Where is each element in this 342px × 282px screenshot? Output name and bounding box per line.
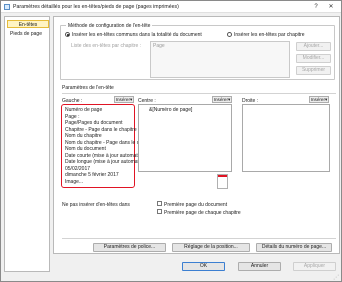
first-doc-page-label: Première page du document xyxy=(164,202,228,208)
left-insert-menu[interactable]: Numéro de page Page : Page/Pages du docu… xyxy=(61,104,155,188)
cancel-button[interactable]: Annuler xyxy=(238,262,281,271)
settings-panel: Méthode de configuration de l'en-tête In… xyxy=(53,16,340,254)
font-settings-button[interactable]: Paramètres de police... xyxy=(93,243,166,252)
sidebar-item-headers[interactable]: En-têtes xyxy=(7,20,49,28)
insert-center-button[interactable]: Insérer▾ xyxy=(212,96,232,103)
menu-item-chapter-page[interactable]: Chapitre - Page dans le chapitre xyxy=(65,127,137,133)
close-button[interactable]: ✕ xyxy=(325,3,337,11)
center-header-field[interactable]: &[Numéro de page] xyxy=(138,104,232,172)
page-preview-icon xyxy=(217,174,228,189)
apply-button[interactable]: Appliquer xyxy=(293,262,336,271)
menu-item-image[interactable]: Image... xyxy=(65,179,83,185)
window-title: Paramètres détaillés pour les en-têtes/p… xyxy=(13,4,179,10)
chapter-list-label: Liste des en-têtes par chapitre : xyxy=(71,43,142,49)
insert-right-button[interactable]: Insérer▾ xyxy=(309,96,329,103)
center-header-value: &[Numéro de page] xyxy=(149,107,193,113)
menu-item-short-date[interactable]: Date courte (mise à jour automatique) xyxy=(65,153,149,159)
chapter-list-item: Page xyxy=(153,43,165,49)
header-params-title: Paramètres de l'en-tête xyxy=(62,85,114,91)
sidebar-item-footers[interactable]: Pieds de page xyxy=(7,30,49,38)
menu-item-chapter-name[interactable]: Nom du chapitre xyxy=(65,133,102,139)
menu-item-page[interactable]: Page : xyxy=(65,114,79,120)
radio-chapter-headers[interactable] xyxy=(227,32,232,37)
menu-item-page-number[interactable]: Numéro de page xyxy=(65,107,102,113)
bottom-divider xyxy=(62,238,336,239)
first-chapter-page-label: Première page de chaque chapitre xyxy=(164,210,241,216)
no-header-label: Ne pas insérer d'en-têtes dans xyxy=(62,202,130,208)
radio-common-headers[interactable] xyxy=(65,32,70,37)
title-bar: Paramètres détaillés pour les en-têtes/p… xyxy=(1,1,341,13)
category-sidebar: En-têtes Pieds de page xyxy=(4,16,50,272)
first-chapter-page-checkbox[interactable] xyxy=(157,209,162,214)
modify-button[interactable]: Modifier... xyxy=(296,54,331,63)
option-chapter-label: Insérer les en-têtes par chapitre xyxy=(234,32,305,38)
menu-item-page-of-pages[interactable]: Page/Pages du document xyxy=(65,120,123,126)
first-doc-page-checkbox[interactable] xyxy=(157,201,162,206)
divider xyxy=(62,93,336,94)
dialog-window: Paramètres détaillés pour les en-têtes/p… xyxy=(0,0,342,282)
method-group: Méthode de configuration de l'en-tête In… xyxy=(60,23,335,80)
position-settings-button[interactable]: Réglage de la position... xyxy=(172,243,250,252)
app-icon xyxy=(4,4,10,10)
option-common-label: Insérer les en-têtes communs dans la tot… xyxy=(72,32,202,38)
chapter-list: Page xyxy=(150,41,290,78)
help-button[interactable]: ? xyxy=(310,3,322,11)
menu-item-date-text[interactable]: dimanche 5 février 2017 xyxy=(65,172,119,178)
menu-item-document-name[interactable]: Nom du document xyxy=(65,146,106,152)
delete-button[interactable]: Supprimer xyxy=(296,66,331,75)
resize-grip-icon[interactable]: ⋰ xyxy=(333,274,339,281)
menu-item-date-numeric[interactable]: 05/02/2017 xyxy=(65,166,90,172)
add-button[interactable]: Ajouter... xyxy=(296,42,331,51)
insert-left-button[interactable]: Insérer▾ xyxy=(114,96,134,103)
preview-header-highlight xyxy=(218,175,227,177)
page-number-details-button[interactable]: Détails du numéro de page... xyxy=(256,243,332,252)
right-header-field[interactable] xyxy=(242,104,330,172)
method-group-title: Méthode de configuration de l'en-tête xyxy=(66,23,153,29)
ok-button[interactable]: OK xyxy=(182,262,225,271)
